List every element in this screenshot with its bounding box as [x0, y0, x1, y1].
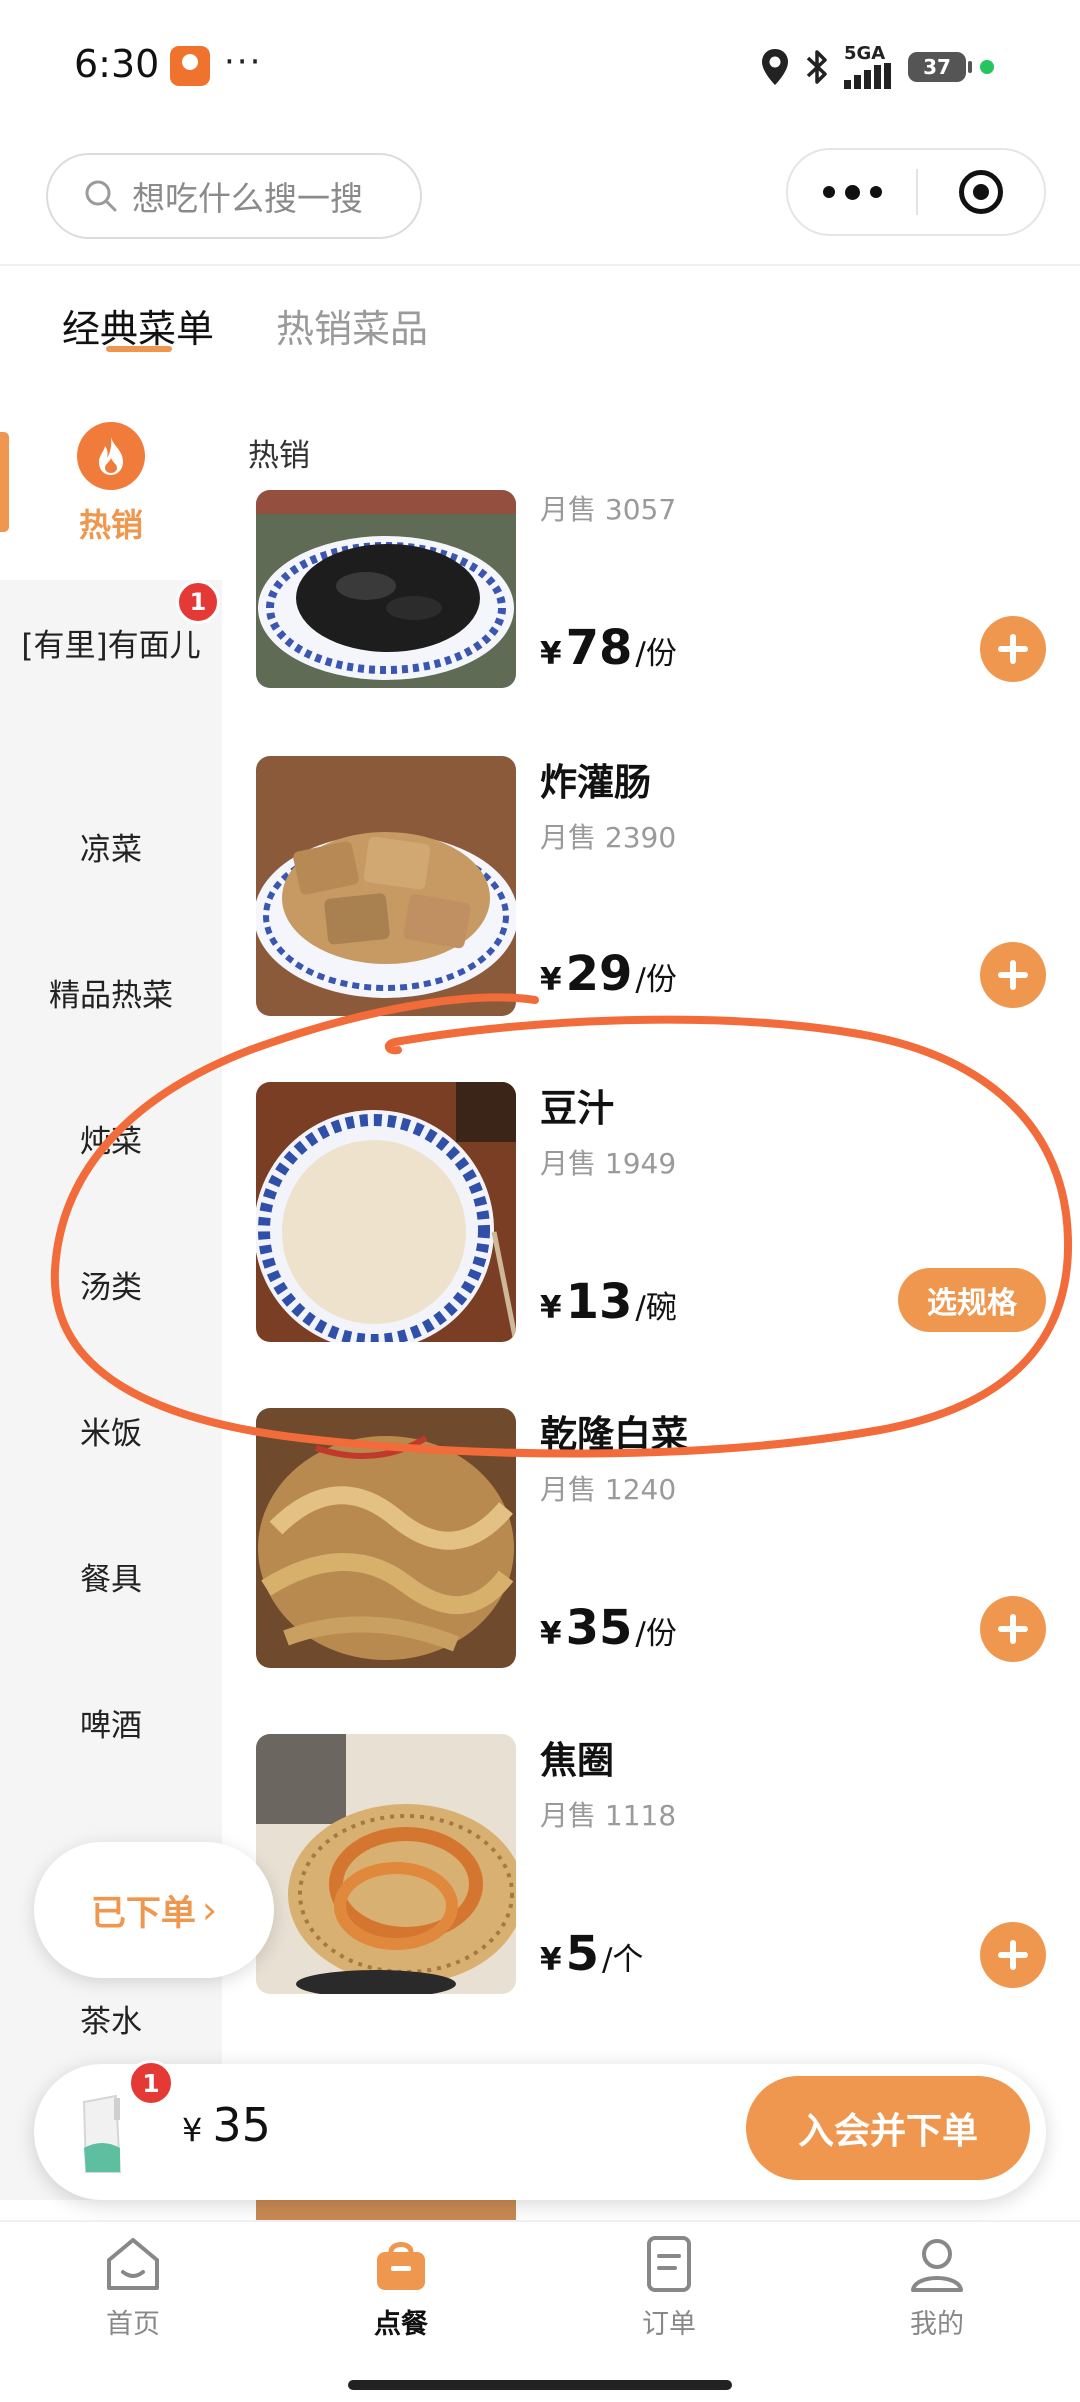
cart-total: ¥35 — [182, 2098, 271, 2152]
plus-icon — [998, 1940, 1028, 1970]
battery-icon: 37 — [908, 52, 972, 82]
bag-icon — [377, 2242, 425, 2290]
add-to-cart-button[interactable] — [980, 616, 1046, 682]
search-placeholder: 想吃什么搜一搜 — [132, 179, 363, 218]
nav-orders[interactable]: 订单 — [584, 2232, 754, 2341]
product-name: 乾隆白菜 — [540, 1413, 688, 1456]
add-to-cart-button[interactable] — [980, 942, 1046, 1008]
tab-hot-dishes[interactable]: 热销菜品 — [276, 298, 428, 353]
close-miniapp-button[interactable] — [918, 170, 1044, 214]
product-price: ¥29/份 — [540, 946, 677, 1002]
select-spec-button[interactable]: 选规格 — [898, 1268, 1046, 1332]
app-notification-icon — [170, 46, 210, 86]
sidebar-item-hot-label: 热销 — [78, 506, 143, 544]
join-and-order-button[interactable]: 入会并下单 — [746, 2076, 1030, 2180]
profile-icon — [911, 2239, 963, 2292]
plus-icon — [998, 960, 1028, 990]
search-input[interactable]: 想吃什么搜一搜 — [46, 153, 422, 239]
sidebar-item-rice[interactable]: 米饭 — [0, 1412, 222, 1456]
header-divider — [0, 264, 1080, 266]
nav-home[interactable]: 首页 — [48, 2232, 218, 2341]
product-price: ¥35/份 — [540, 1600, 677, 1656]
sidebar-item-tea[interactable]: 茶水 — [0, 2000, 222, 2044]
home-indicator — [348, 2380, 732, 2390]
target-icon — [959, 170, 1003, 214]
plus-icon — [998, 634, 1028, 664]
sidebar-item-youli-noodles[interactable]: [有里]有面儿 — [0, 624, 222, 668]
product-sales: 月售 2390 — [540, 821, 677, 854]
cart-icon[interactable] — [76, 2092, 136, 2176]
miniapp-capsule — [786, 148, 1046, 236]
product-image[interactable] — [256, 490, 516, 688]
chevron-right-icon: › — [201, 1888, 218, 1932]
sidebar-item-cold-dishes[interactable]: 凉菜 — [0, 828, 222, 872]
sidebar-item-soups[interactable]: 汤类 — [0, 1266, 222, 1310]
nav-profile[interactable]: 我的 — [852, 2232, 1022, 2341]
status-indicators: 5GA 37 — [760, 44, 994, 90]
placed-orders-label: 已下单 — [90, 1893, 196, 1934]
product-price: ¥13/碗 — [540, 1274, 677, 1330]
section-title: 热销 — [248, 438, 310, 474]
location-icon — [762, 49, 788, 85]
sidebar-item-hot-dishes[interactable]: 精品热菜 — [0, 974, 222, 1018]
product-sales: 月售 1240 — [540, 1473, 677, 1506]
charging-indicator — [980, 60, 994, 74]
product-image[interactable] — [256, 756, 516, 1016]
sidebar-item-beer[interactable]: 啤酒 — [0, 1704, 222, 1748]
product-image[interactable] — [256, 1408, 516, 1668]
add-to-cart-button[interactable] — [980, 1922, 1046, 1988]
status-overflow: ··· — [224, 42, 263, 82]
sidebar-badge: 1 — [176, 580, 220, 624]
product-name: 炸灌肠 — [540, 761, 651, 804]
tab-active-indicator — [106, 346, 172, 352]
search-icon — [85, 180, 117, 212]
network-type: 5GA — [844, 43, 886, 64]
placed-orders-button[interactable]: 已下单 › — [34, 1842, 274, 1978]
status-time: 6:30 — [74, 42, 160, 86]
product-name: 豆汁 — [540, 1087, 614, 1130]
order-icon — [647, 2236, 691, 2292]
product-sales: 月售 3057 — [540, 493, 677, 526]
add-to-cart-button[interactable] — [980, 1596, 1046, 1662]
signal-icon — [844, 63, 891, 89]
product-name: 焦圈 — [540, 1739, 614, 1782]
more-button[interactable] — [788, 150, 916, 234]
product-image[interactable] — [256, 1082, 516, 1342]
signal-group: 5GA — [844, 45, 894, 89]
battery-level: 37 — [923, 55, 951, 79]
sidebar-item-label: [有里]有面儿 — [21, 628, 201, 664]
product-image[interactable] — [256, 1734, 516, 1994]
tab-classic-menu[interactable]: 经典菜单 — [62, 298, 214, 353]
product-sales: 月售 1118 — [540, 1799, 677, 1832]
sidebar-item-stews[interactable]: 炖菜 — [0, 1120, 222, 1164]
home-icon — [107, 2238, 159, 2290]
bluetooth-icon — [806, 50, 827, 84]
nav-order-food[interactable]: 点餐 — [316, 2232, 486, 2341]
fire-icon — [77, 422, 145, 490]
product-price: ¥5/个 — [540, 1926, 644, 1982]
product-price: ¥78/份 — [540, 620, 677, 676]
plus-icon — [998, 1614, 1028, 1644]
sidebar-item-tableware[interactable]: 餐具 — [0, 1558, 222, 1602]
cart-badge: 1 — [128, 2060, 174, 2106]
product-sales: 月售 1949 — [540, 1147, 677, 1180]
